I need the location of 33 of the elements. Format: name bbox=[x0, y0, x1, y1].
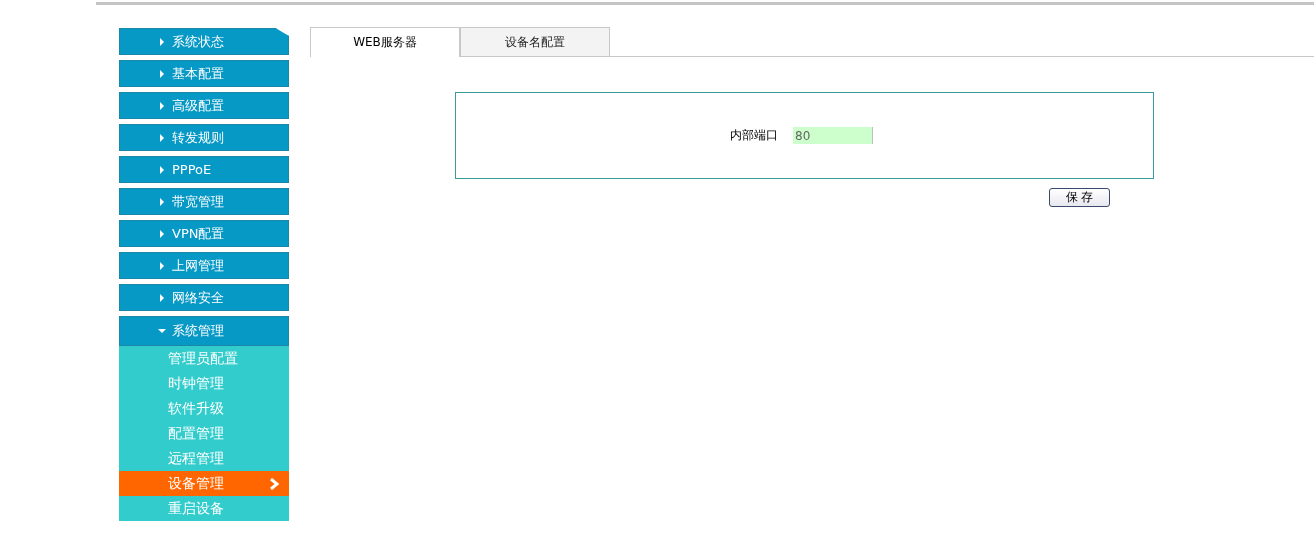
tab[interactable]: 设备名配置 bbox=[460, 27, 610, 56]
field-label: 内部端口 bbox=[730, 127, 778, 144]
sidebar-item[interactable]: 上网管理 bbox=[119, 252, 289, 279]
caret-right-icon bbox=[158, 261, 166, 270]
caret-down-icon bbox=[158, 327, 166, 335]
sidebar-item[interactable]: 高级配置 bbox=[119, 92, 289, 119]
sidebar-subitem[interactable]: 管理员配置 bbox=[119, 346, 289, 371]
sidebar-item[interactable]: 系统管理 bbox=[119, 316, 289, 346]
save-button[interactable]: 保 存 bbox=[1049, 188, 1110, 207]
sidebar-item[interactable]: 转发规则 bbox=[119, 124, 289, 151]
sidebar-subitem[interactable]: 重启设备 bbox=[119, 496, 289, 521]
input-field[interactable]: 80 bbox=[793, 127, 873, 144]
sidebar-item[interactable]: 系统状态 bbox=[119, 28, 289, 55]
sidebar-subitem[interactable]: 设备管理 bbox=[119, 471, 289, 496]
sidebar-item[interactable]: PPPoE bbox=[119, 156, 289, 183]
caret-right-icon bbox=[158, 101, 166, 110]
sidebar-subitem[interactable]: 远程管理 bbox=[119, 446, 289, 471]
caret-right-icon bbox=[158, 133, 166, 142]
sidebar-subitem[interactable]: 配置管理 bbox=[119, 421, 289, 446]
sidebar-item[interactable]: 带宽管理 bbox=[119, 188, 289, 215]
caret-right-icon bbox=[158, 165, 166, 174]
caret-right-icon bbox=[158, 293, 166, 302]
caret-right-icon bbox=[158, 197, 166, 206]
caret-right-icon bbox=[158, 37, 166, 46]
sidebar-item[interactable]: VPN配置 bbox=[119, 220, 289, 247]
sidebar-item[interactable]: 网络安全 bbox=[119, 284, 289, 311]
caret-right-icon bbox=[158, 69, 166, 78]
sidebar-item[interactable]: 基本配置 bbox=[119, 60, 289, 87]
sidebar-subitem[interactable]: 时钟管理 bbox=[119, 371, 289, 396]
caret-right-icon bbox=[158, 229, 166, 238]
chevron-right-icon bbox=[269, 477, 279, 490]
sidebar-subitem[interactable]: 软件升级 bbox=[119, 396, 289, 421]
tab[interactable]: WEB服务器 bbox=[310, 27, 460, 57]
